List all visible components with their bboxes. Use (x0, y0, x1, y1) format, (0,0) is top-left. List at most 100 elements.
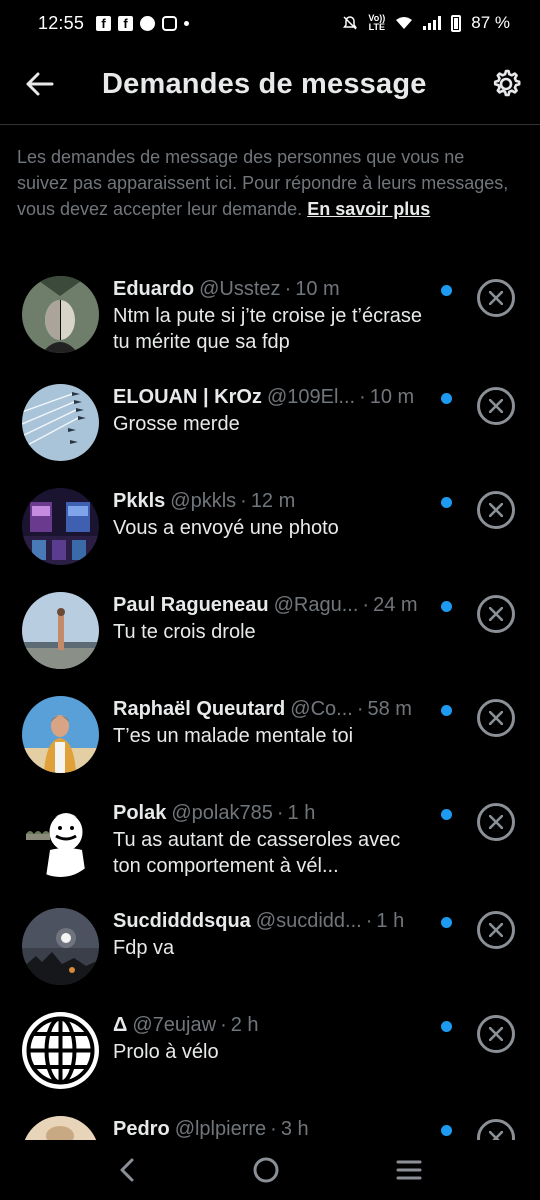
request-text: Δ @7eujaw · 2 h Prolo à vélo (113, 1012, 433, 1065)
battery-percent: 87 % (471, 13, 510, 32)
nav-recents-button[interactable] (395, 1158, 423, 1182)
request-text: Pedro @lplpierre · 3 h (113, 1116, 433, 1140)
dismiss-button[interactable] (477, 1119, 515, 1140)
arrow-left-icon (26, 72, 54, 96)
timestamp: 10 m (369, 386, 415, 408)
volte-icon: Vo)) LTE (368, 13, 386, 32)
status-bar: 12:55 f f Vo)) LTE 87 % (0, 0, 540, 46)
unread-dot (441, 497, 452, 508)
list-item[interactable]: Δ @7eujaw · 2 h Prolo à vélo (0, 1002, 540, 1102)
sender-handle: @polak785 (171, 802, 273, 824)
separator: · (362, 594, 370, 616)
request-header: Polak @polak785 · 1 h (113, 800, 433, 826)
request-text: Paul Ragueneau @Ragu... · 24 m Tu te cro… (113, 592, 433, 645)
info-description: Les demandes de message des personnes qu… (17, 147, 509, 219)
message-preview: Grosse merde (113, 413, 240, 435)
list-item[interactable]: Sucdidddsqua @sucdidd... · 1 h Fdp va (0, 898, 540, 998)
settings-button[interactable] (488, 66, 524, 102)
learn-more-link[interactable]: En savoir plus (307, 199, 430, 219)
signal-icon (423, 16, 442, 30)
close-icon (489, 607, 503, 621)
avatar[interactable] (22, 908, 99, 985)
sender-name: Pedro (113, 1118, 170, 1140)
request-text: Polak @polak785 · 1 h Tu as autant de ca… (113, 800, 433, 879)
request-text: ELOUAN | KrOz @109El... · 10 m Grosse me… (113, 384, 433, 437)
request-header: Pedro @lplpierre · 3 h (113, 1116, 433, 1140)
nav-home-button[interactable] (252, 1156, 280, 1184)
dismiss-button[interactable] (477, 387, 515, 425)
list-item[interactable]: Pkkls @pkkls · 12 m Vous a envoyé une ph… (0, 478, 540, 578)
request-header: ELOUAN | KrOz @109El... · 10 m (113, 384, 433, 410)
dismiss-button[interactable] (477, 911, 515, 949)
avatar[interactable] (22, 276, 99, 353)
list-item[interactable]: Polak @polak785 · 1 h Tu as autant de ca… (0, 790, 540, 890)
avatar[interactable] (22, 696, 99, 773)
request-text: Eduardo @Usstez · 10 m Ntm la pute si j’… (113, 276, 433, 355)
message-preview: Ntm la pute si j’te croise je t’écrase t… (113, 305, 423, 353)
message-preview: T’es un malade mentale toi (113, 725, 354, 747)
separator: · (356, 698, 364, 720)
list-item[interactable]: Eduardo @Usstez · 10 m Ntm la pute si j’… (0, 266, 540, 366)
request-header: Sucdidddsqua @sucdidd... · 1 h (113, 908, 433, 934)
message-preview: Prolo à vélo (113, 1041, 219, 1063)
status-time: 12:55 (38, 12, 85, 33)
list-item[interactable]: Pedro @lplpierre · 3 h (0, 1106, 540, 1140)
sender-name: Raphaël Queutard (113, 698, 286, 720)
separator: · (220, 1014, 227, 1036)
sender-name: Δ (113, 1014, 128, 1036)
avatar[interactable] (22, 1116, 99, 1140)
unread-dot (441, 1021, 452, 1032)
message-preview: Tu as autant de casseroles avec ton comp… (113, 829, 401, 877)
close-icon (489, 923, 503, 937)
unread-dot (441, 917, 452, 928)
dismiss-button[interactable] (477, 803, 515, 841)
request-header: Paul Ragueneau @Ragu... · 24 m (113, 592, 433, 618)
dismiss-button[interactable] (477, 1015, 515, 1053)
dismiss-button[interactable] (477, 595, 515, 633)
unread-dot (441, 285, 452, 296)
dismiss-button[interactable] (477, 491, 515, 529)
top-bar: Demandes de message (0, 52, 540, 118)
avatar[interactable] (22, 592, 99, 669)
sender-name: ELOUAN | KrOz (113, 386, 262, 408)
request-header: Raphaël Queutard @Co... · 58 m (113, 696, 433, 722)
close-icon (489, 1027, 503, 1041)
message-preview: Vous a envoyé une photo (113, 517, 339, 539)
separator: · (240, 490, 247, 512)
nav-back-button[interactable] (117, 1157, 137, 1183)
list-item[interactable]: ELOUAN | KrOz @109El... · 10 m Grosse me… (0, 374, 540, 474)
unread-dot (441, 1125, 452, 1136)
request-header: Pkkls @pkkls · 12 m (113, 488, 433, 514)
sender-handle: @Usstez (199, 278, 281, 300)
dismiss-button[interactable] (477, 279, 515, 317)
sender-name: Polak (113, 802, 167, 824)
close-icon (489, 291, 503, 305)
avatar[interactable] (22, 1012, 99, 1089)
request-text: Sucdidddsqua @sucdidd... · 1 h Fdp va (113, 908, 433, 961)
unread-dot (441, 601, 452, 612)
battery-icon (451, 14, 462, 32)
sender-handle: @Ragu... (273, 594, 359, 616)
list-item[interactable]: Paul Ragueneau @Ragu... · 24 m Tu te cro… (0, 582, 540, 682)
timestamp: 2 h (230, 1014, 259, 1036)
timestamp: 1 h (376, 910, 405, 932)
avatar[interactable] (22, 800, 99, 877)
list-item[interactable]: Raphaël Queutard @Co... · 58 m T’es un m… (0, 686, 540, 786)
close-icon (489, 815, 503, 829)
avatar[interactable] (22, 384, 99, 461)
separator: · (359, 386, 366, 408)
timestamp: 58 m (367, 698, 412, 720)
sender-name: Eduardo (113, 278, 195, 300)
message-preview: Tu te crois drole (113, 621, 256, 643)
request-text: Pkkls @pkkls · 12 m Vous a envoyé une ph… (113, 488, 433, 541)
request-text: Raphaël Queutard @Co... · 58 m T’es un m… (113, 696, 433, 749)
separator: · (365, 910, 373, 932)
unread-dot (441, 809, 452, 820)
back-button[interactable] (22, 66, 58, 102)
timestamp: 3 h (280, 1118, 309, 1140)
sender-handle: @sucdidd... (255, 910, 362, 932)
sender-handle: @109El... (266, 386, 356, 408)
avatar[interactable] (22, 488, 99, 565)
dismiss-button[interactable] (477, 699, 515, 737)
request-header: Δ @7eujaw · 2 h (113, 1012, 433, 1038)
